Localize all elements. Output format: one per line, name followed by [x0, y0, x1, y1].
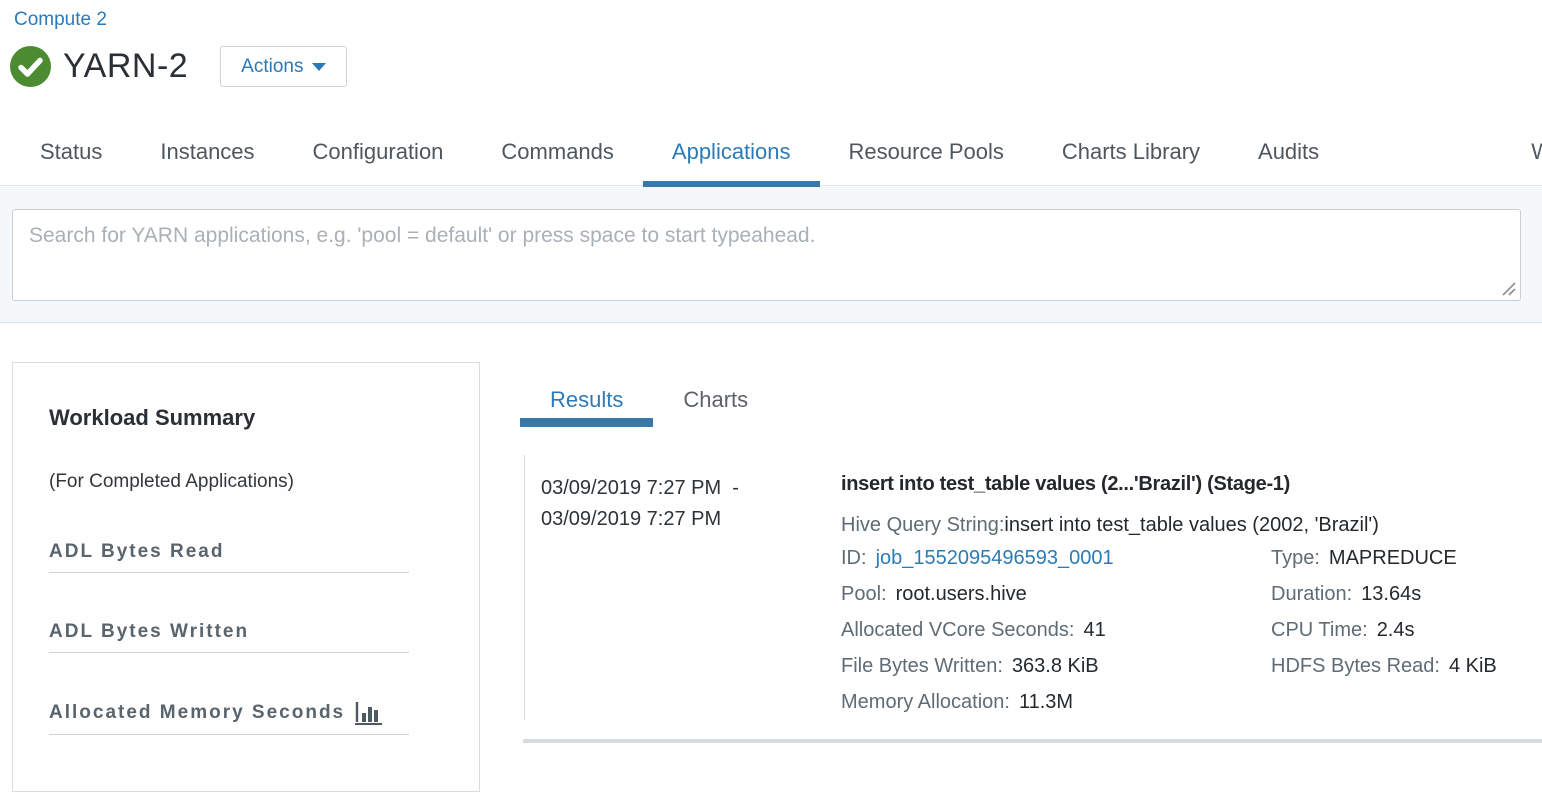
application-result-row[interactable]: 03/09/2019 7:27 PM - 03/09/2019 7:27 PM …	[525, 455, 1542, 720]
hive-query-label: Hive Query String:	[841, 514, 1004, 536]
result-time-range: 03/09/2019 7:27 PM - 03/09/2019 7:27 PM	[541, 473, 841, 720]
metric-label: Allocated Memory Seconds	[49, 702, 345, 724]
applications-search-input[interactable]	[12, 209, 1521, 301]
metric-divider	[49, 652, 409, 653]
field-file-bytes-written: File Bytes Written:363.8 KiB	[841, 648, 1271, 684]
result-details-grid: ID:job_1552095496593_0001 Type:MAPREDUCE…	[841, 540, 1542, 720]
metric-label: ADL Bytes Read	[49, 541, 443, 563]
tab-instances[interactable]: Instances	[131, 120, 283, 186]
metric-adl-bytes-written: ADL Bytes Written	[49, 621, 443, 653]
active-tab-underline	[520, 418, 653, 427]
results-bottom-divider	[523, 739, 1542, 743]
metric-divider	[49, 572, 409, 573]
result-title: insert into test_table values (2...'Braz…	[841, 473, 1542, 496]
health-good-icon	[10, 46, 51, 87]
applications-search-section	[0, 187, 1542, 323]
breadcrumb-compute-link[interactable]: Compute 2	[14, 9, 107, 31]
page-title: YARN-2	[63, 47, 188, 86]
hive-query-string: Hive Query String:insert into test_table…	[841, 514, 1542, 537]
hive-query-value: insert into test_table values (2002, 'Br…	[1004, 514, 1379, 536]
metric-divider	[49, 734, 409, 735]
tab-resource-pools[interactable]: Resource Pools	[820, 120, 1033, 186]
time-range-dash: -	[732, 477, 739, 499]
field-type: Type:MAPREDUCE	[1271, 540, 1542, 576]
tab-results[interactable]: Results	[520, 378, 653, 422]
field-allocated-vcore-seconds: Allocated VCore Seconds:41	[841, 612, 1271, 648]
field-hdfs-bytes-read: HDFS Bytes Read:4 KiB	[1271, 648, 1542, 684]
workload-summary-subtitle: (For Completed Applications)	[49, 471, 443, 493]
tab-status[interactable]: Status	[11, 120, 131, 186]
tab-results-label: Results	[550, 387, 623, 412]
workload-summary-title: Workload Summary	[49, 405, 443, 431]
actions-button-label: Actions	[241, 56, 303, 78]
service-nav: Status Instances Configuration Commands …	[0, 120, 1542, 186]
metric-label: ADL Bytes Written	[49, 621, 443, 643]
tab-commands[interactable]: Commands	[472, 120, 642, 186]
field-memory-allocation: Memory Allocation:11.3M	[841, 684, 1271, 720]
results-charts-tabs: Results Charts	[520, 378, 778, 422]
caret-down-icon	[312, 63, 326, 71]
results-list: 03/09/2019 7:27 PM - 03/09/2019 7:27 PM …	[524, 455, 1542, 720]
bar-chart-icon[interactable]	[355, 701, 382, 725]
tab-configuration[interactable]: Configuration	[284, 120, 473, 186]
metric-adl-bytes-read: ADL Bytes Read	[49, 541, 443, 573]
tab-charts-library[interactable]: Charts Library	[1033, 120, 1229, 186]
tab-applications-label: Applications	[672, 139, 791, 164]
service-header: YARN-2 Actions	[10, 46, 347, 87]
tab-partial-clipped[interactable]: W	[1531, 120, 1542, 184]
result-start-time: 03/09/2019 7:27 PM	[541, 477, 721, 499]
actions-button[interactable]: Actions	[220, 46, 347, 87]
workload-summary-panel: Workload Summary (For Completed Applicat…	[12, 362, 480, 792]
tab-charts[interactable]: Charts	[653, 378, 778, 422]
field-pool: Pool:root.users.hive	[841, 576, 1271, 612]
field-id: ID:job_1552095496593_0001	[841, 540, 1271, 576]
job-id-link[interactable]: job_1552095496593_0001	[876, 547, 1114, 569]
field-cpu-time: CPU Time:2.4s	[1271, 612, 1542, 648]
tab-applications[interactable]: Applications	[643, 120, 820, 186]
field-duration: Duration:13.64s	[1271, 576, 1542, 612]
tab-audits[interactable]: Audits	[1229, 120, 1348, 186]
result-end-time: 03/09/2019 7:27 PM	[541, 504, 841, 535]
metric-allocated-memory-seconds: Allocated Memory Seconds	[49, 701, 443, 735]
